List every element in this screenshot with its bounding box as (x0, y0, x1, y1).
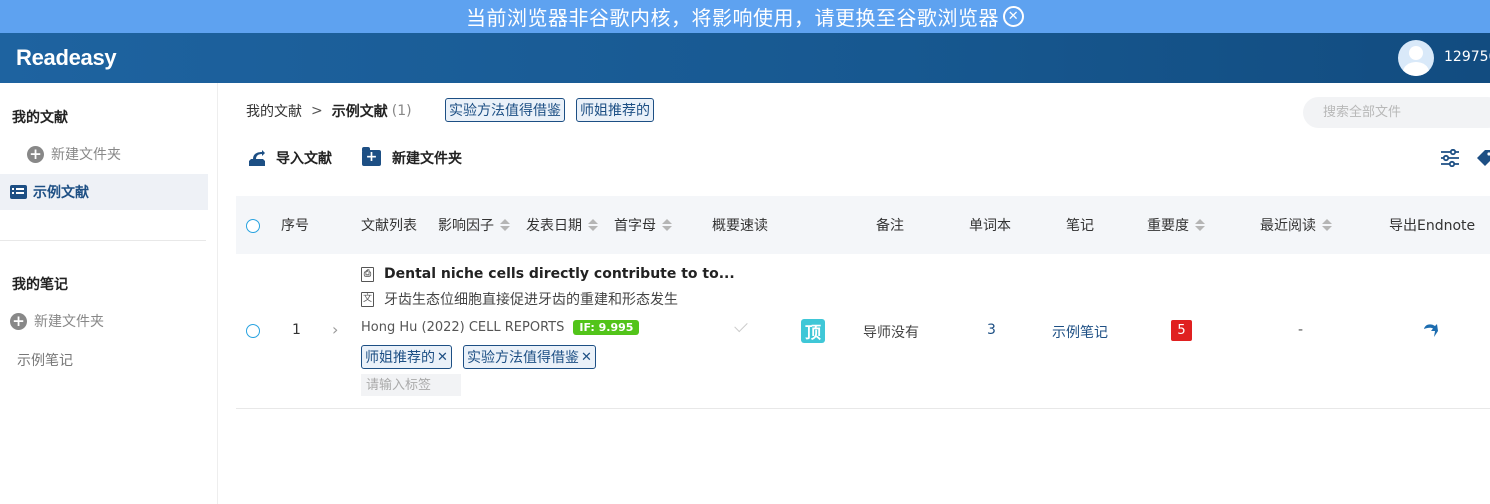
doc-tag-method[interactable]: 实验方法值得借鉴 ✕ (463, 345, 596, 369)
sidebar-notes-new-folder[interactable]: + 新建文件夹 (10, 311, 104, 331)
col-date-label: 发表日期 (526, 218, 582, 234)
new-folder-label: 新建文件夹 (51, 147, 121, 163)
doc-title-zh[interactable]: 文 牙齿生态位细胞直接促进牙齿的重建和形态发生 (361, 289, 678, 309)
search-input[interactable] (1303, 97, 1490, 128)
sort-icon[interactable] (500, 219, 510, 231)
sidebar-docs-title: 我的文献 (12, 110, 68, 126)
import-label: 导入文献 (276, 151, 332, 167)
sidebar-item-example-notes[interactable]: 示例笔记 (17, 350, 73, 370)
sidebar-notes-title: 我的笔记 (12, 277, 68, 293)
doc-title-zh-text: 牙齿生态位细胞直接促进牙齿的重建和形态发生 (384, 292, 678, 308)
impact-factor-badge: IF: 9.995 (573, 320, 640, 335)
avatar-body-shape (1403, 62, 1429, 76)
col-recent-label: 最近阅读 (1260, 218, 1316, 234)
sort-icon[interactable] (662, 219, 672, 231)
avatar[interactable] (1398, 40, 1434, 76)
sidebar-item-example-docs[interactable]: 示例文献 (0, 174, 208, 210)
tag-icon[interactable] (1475, 148, 1490, 168)
new-folder-label: 新建文件夹 (392, 151, 462, 167)
tag-input[interactable] (361, 374, 461, 396)
import-icon (249, 150, 265, 166)
plus-icon: + (27, 145, 44, 163)
sort-icon[interactable] (1195, 219, 1205, 231)
app-logo[interactable]: Readeasy (16, 45, 117, 71)
col-recent[interactable]: 最近阅读 (1260, 196, 1332, 254)
top-pin-icon[interactable]: 顶 (801, 319, 825, 343)
breadcrumb-root[interactable]: 我的文献 (246, 101, 302, 121)
col-initial-label: 首字母 (614, 218, 656, 234)
row-recent: - (1298, 322, 1304, 338)
col-initial[interactable]: 首字母 (614, 196, 672, 254)
doc-title-en[interactable]: ⎙ Dental niche cells directly contribute… (361, 266, 735, 282)
folder-plus-icon: + (362, 147, 381, 166)
doc-title-en-text: Dental niche cells directly contribute t… (384, 266, 735, 282)
sort-icon[interactable] (588, 219, 598, 231)
row-index: 1 (292, 322, 301, 338)
sort-icon[interactable] (1322, 219, 1332, 231)
chevron-right-icon[interactable]: › (332, 320, 338, 339)
col-impact[interactable]: 影响因子 (438, 196, 510, 254)
app-header: Readeasy 1297560 (0, 33, 1490, 83)
doc-meta-text: Hong Hu (2022) CELL REPORTS (361, 320, 565, 335)
breadcrumb-count: (1) (391, 103, 412, 119)
sidebar-item-label: 示例文献 (33, 185, 89, 201)
plus-icon: + (10, 312, 27, 330)
row-notes-link[interactable]: 示例笔记 (1052, 322, 1108, 342)
row-remark[interactable]: 导师没有 (863, 322, 919, 342)
breadcrumb-current: 示例文献 (331, 104, 388, 120)
table-row[interactable]: 1 › ⎙ Dental niche cells directly contri… (236, 254, 1490, 409)
remove-tag-icon[interactable]: ✕ (581, 350, 592, 365)
row-select-radio[interactable] (246, 324, 260, 338)
list-icon (10, 185, 27, 199)
doc-meta: Hong Hu (2022) CELL REPORTS IF: 9.995 (361, 320, 640, 335)
col-index: 序号 (281, 218, 309, 234)
col-export: 导出Endnote (1389, 218, 1476, 234)
banner-message: 当前浏览器非谷歌内核，将影响使用，请更换至谷歌浏览器 (466, 6, 999, 30)
table-header: 序号 文献列表 影响因子 发表日期 首字母 概要速读 备注 单词本 笔记 重要度… (236, 196, 1490, 254)
col-summary: 概要速读 (712, 218, 768, 234)
doc-tag-recommended[interactable]: 师姐推荐的 ✕ (361, 345, 452, 369)
select-all-radio[interactable] (246, 219, 260, 233)
import-docs-button[interactable]: 导入文献 (248, 148, 332, 168)
doc-tag-label: 实验方法值得借鉴 (467, 350, 579, 366)
check-icon[interactable] (734, 318, 748, 333)
row-vocab-count[interactable]: 3 (987, 322, 996, 338)
breadcrumb: 我的文献 > 示例文献 (1) (246, 101, 412, 121)
folder-tag-recommended[interactable]: 师姐推荐的 (576, 98, 654, 122)
col-list: 文献列表 (361, 218, 417, 234)
col-importance-label: 重要度 (1147, 218, 1189, 234)
export-arrow-icon[interactable] (1421, 320, 1441, 340)
username[interactable]: 1297560 (1444, 49, 1490, 65)
col-date[interactable]: 发表日期 (526, 196, 598, 254)
importance-badge[interactable]: 5 (1171, 320, 1192, 341)
browser-warning-banner: 当前浏览器非谷歌内核，将影响使用，请更换至谷歌浏览器 ✕ (0, 0, 1490, 33)
sidebar: 我的文献 + 新建文件夹 示例文献 我的笔记 + 新建文件夹 示例笔记 (0, 83, 218, 504)
filter-settings-icon[interactable] (1440, 149, 1460, 167)
new-folder-label: 新建文件夹 (34, 314, 104, 330)
remove-tag-icon[interactable]: ✕ (437, 350, 448, 365)
col-remark: 备注 (876, 218, 904, 234)
col-importance[interactable]: 重要度 (1147, 196, 1205, 254)
sidebar-docs-new-folder[interactable]: + 新建文件夹 (27, 144, 121, 164)
avatar-head-shape (1409, 46, 1423, 60)
translate-file-icon: 文 (361, 291, 374, 307)
col-impact-label: 影响因子 (438, 218, 494, 234)
col-vocab: 单词本 (969, 218, 1011, 234)
breadcrumb-separator: > (311, 103, 323, 119)
doc-tag-label: 师姐推荐的 (365, 350, 435, 366)
folder-tag-method[interactable]: 实验方法值得借鉴 (445, 98, 565, 122)
sidebar-divider (0, 240, 206, 241)
pdf-file-icon: ⎙ (361, 266, 374, 282)
new-folder-button[interactable]: + 新建文件夹 (362, 147, 462, 168)
close-icon[interactable]: ✕ (1003, 6, 1024, 27)
col-notes: 笔记 (1066, 218, 1094, 234)
